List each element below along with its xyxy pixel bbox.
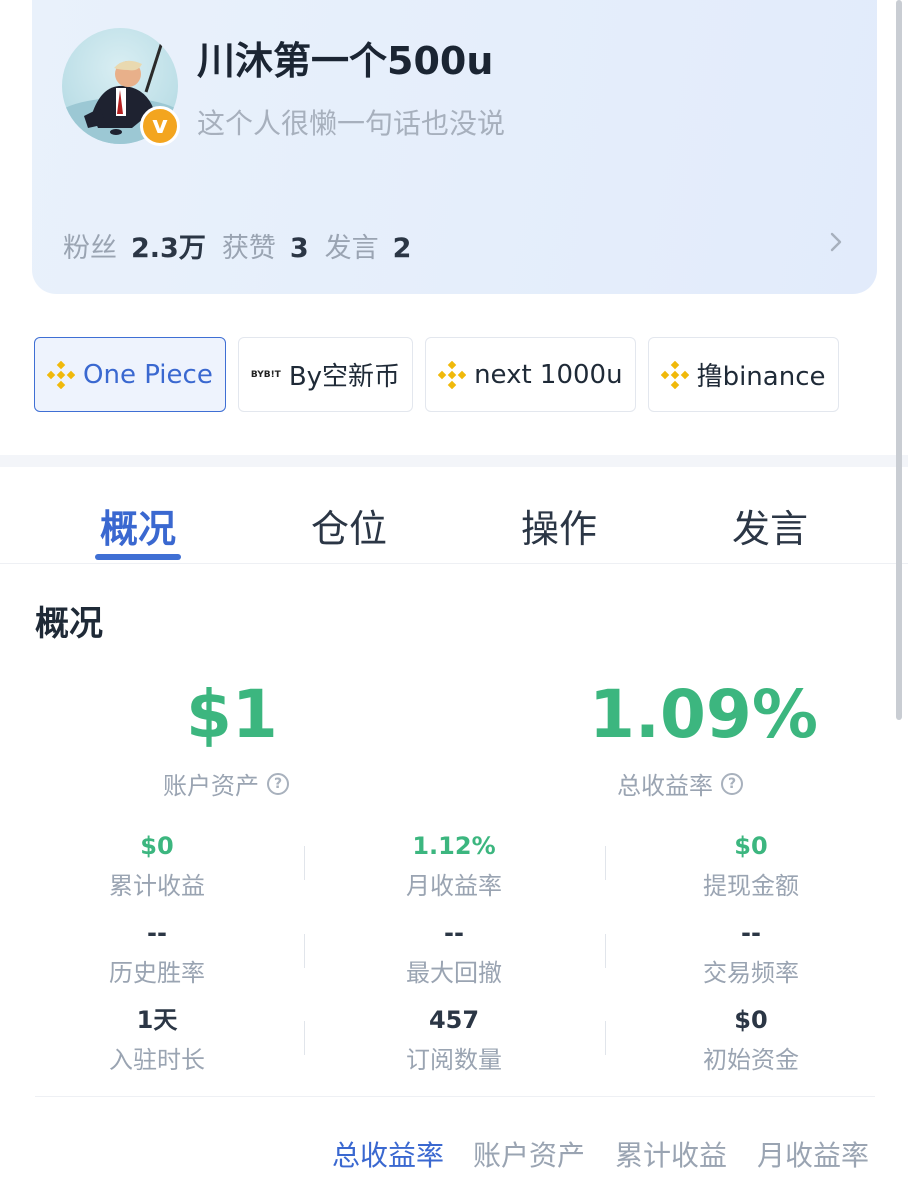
user-bio: 这个人很懒一句话也没说 — [197, 107, 506, 140]
chart-tab-cumulative-profit[interactable]: 累计收益 — [615, 1134, 727, 1174]
tab-operations[interactable]: 操作 — [521, 498, 597, 553]
tab-positions[interactable]: 仓位 — [311, 498, 387, 553]
username: 川沐第一个500u — [197, 39, 494, 83]
account-selector: One Piece BYB!T By空新币 next 1000u 撸binanc… — [34, 337, 851, 412]
metric-monthly-return: 1.12% 月收益率 — [354, 830, 554, 901]
total-return-value: 1.09% — [589, 676, 818, 753]
main-tab-bar: 概况 仓位 操作 发言 — [0, 480, 908, 564]
help-icon[interactable]: ? — [267, 772, 289, 795]
account-chip-label: One Piece — [83, 359, 213, 390]
binance-icon — [660, 360, 689, 389]
metric-initial-capital: $0 初始资金 — [651, 1004, 851, 1075]
account-assets-label[interactable]: 账户资产? — [163, 766, 289, 801]
metric-value: $0 — [734, 1006, 768, 1034]
scrollbar[interactable] — [896, 0, 902, 720]
account-assets-label-text: 账户资产 — [163, 772, 259, 800]
metric-trade-frequency: -- 交易频率 — [651, 917, 851, 988]
account-chip-binance[interactable]: 撸binance — [647, 337, 839, 412]
followers-label: 粉丝 — [63, 233, 117, 264]
followers-count: 2.3万 — [131, 233, 206, 264]
account-chip-label: 撸binance — [696, 362, 826, 392]
binance-icon — [47, 360, 75, 389]
profile-stats[interactable]: 粉丝 2.3万 获赞 3 发言 2 — [63, 226, 427, 265]
metric-value: $0 — [734, 832, 768, 860]
account-chip-label: By空新币 — [288, 362, 401, 392]
metric-max-drawdown: -- 最大回撤 — [354, 917, 554, 988]
column-divider — [605, 934, 606, 968]
metric-value: $0 — [140, 832, 174, 860]
binance-icon — [438, 360, 467, 389]
likes-count: 3 — [289, 233, 309, 264]
metric-withdrawal-amount: $0 提现金额 — [651, 830, 851, 901]
metric-value: -- — [444, 919, 464, 947]
trader-profile-page: v 川沐第一个500u 这个人很懒一句话也没说 粉丝 2.3万 获赞 3 发言 2 One… — [0, 0, 908, 1200]
metric-tenure: 1天 入驻时长 — [57, 1004, 257, 1075]
section-divider — [0, 455, 908, 467]
chart-tab-total-return[interactable]: 总收益率 — [332, 1134, 444, 1174]
chart-tab-monthly-return[interactable]: 月收益率 — [757, 1134, 869, 1174]
metric-value: 1天 — [136, 1006, 178, 1034]
metric-label: 订阅数量 — [406, 1046, 502, 1074]
metric-cumulative-profit: $0 累计收益 — [57, 830, 257, 901]
active-tab-indicator — [95, 554, 181, 560]
total-return-label[interactable]: 总收益率? — [617, 766, 743, 801]
verified-badge-icon: v — [140, 106, 180, 146]
help-icon[interactable]: ? — [721, 772, 743, 795]
chart-tab-account-assets[interactable]: 账户资产 — [473, 1134, 585, 1174]
account-chip-label: next 1000u — [474, 359, 623, 390]
metric-value: -- — [147, 919, 167, 947]
likes-label: 获赞 — [221, 233, 276, 264]
metric-value: 1.12% — [412, 832, 496, 860]
account-chip-next-1000u[interactable]: next 1000u — [425, 337, 636, 412]
column-divider — [605, 846, 606, 880]
metric-label: 历史胜率 — [109, 959, 205, 987]
metric-value: 457 — [428, 1006, 480, 1034]
metric-value: -- — [741, 919, 761, 947]
tab-overview[interactable]: 概况 — [100, 498, 176, 553]
column-divider — [605, 1021, 606, 1055]
metric-label: 月收益率 — [406, 872, 502, 900]
total-return-label-text: 总收益率 — [617, 772, 713, 800]
chevron-right-icon[interactable] — [826, 232, 846, 252]
metric-label: 入驻时长 — [109, 1046, 205, 1074]
posts-count: 2 — [392, 233, 412, 264]
metric-subscribers: 457 订阅数量 — [354, 1004, 554, 1075]
account-assets-value: $1 — [186, 676, 278, 753]
bybit-icon: BYB!T — [250, 369, 281, 380]
metric-label: 提现金额 — [703, 872, 799, 900]
account-chip-one-piece[interactable]: One Piece — [34, 337, 226, 412]
column-divider — [304, 934, 305, 968]
column-divider — [304, 846, 305, 880]
metric-label: 初始资金 — [703, 1046, 799, 1074]
tab-posts[interactable]: 发言 — [732, 498, 808, 553]
column-divider — [304, 1021, 305, 1055]
metric-label: 交易频率 — [703, 959, 799, 987]
section-title: 概况 — [35, 604, 103, 644]
section-divider-line — [35, 1096, 875, 1097]
metric-win-rate: -- 历史胜率 — [57, 917, 257, 988]
metric-label: 最大回撤 — [406, 959, 502, 987]
account-chip-bybit[interactable]: BYB!T By空新币 — [237, 337, 414, 412]
posts-label: 发言 — [324, 233, 379, 264]
metric-label: 累计收益 — [109, 872, 205, 900]
